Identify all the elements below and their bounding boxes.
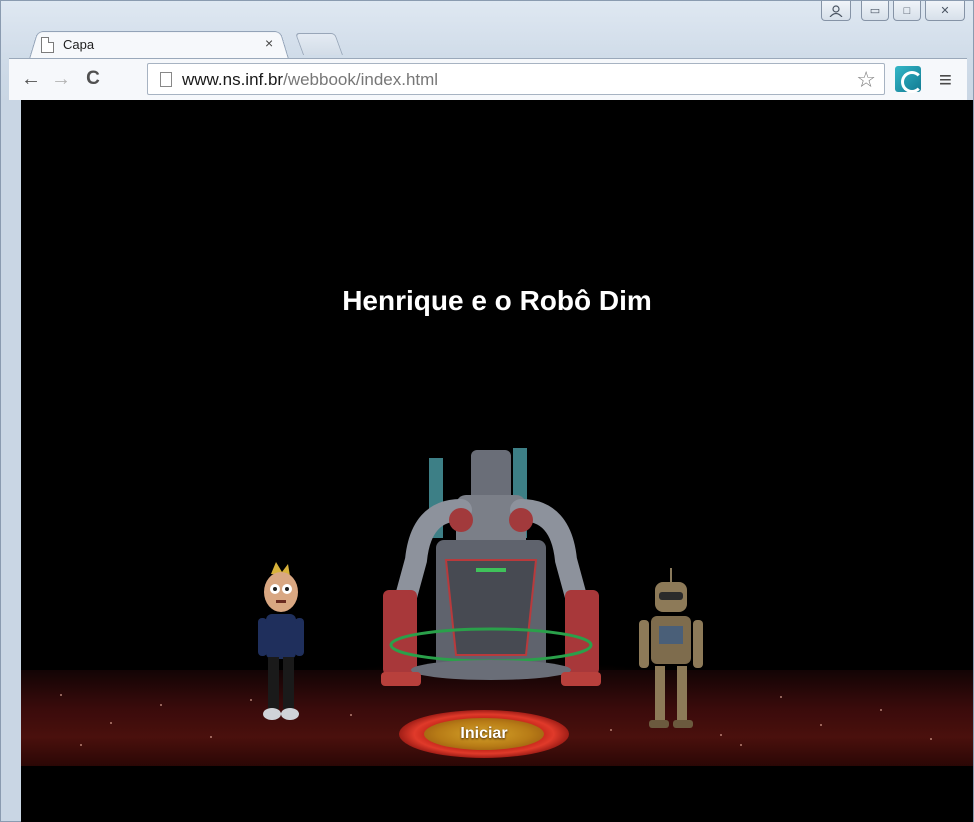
close-icon: ✕ xyxy=(940,5,950,17)
rocket-machine-illustration xyxy=(381,448,601,686)
window-controls: ▭ □ ✕ xyxy=(821,1,965,23)
url-host: www.ns.inf.br xyxy=(182,70,284,89)
tab-content: Capa × xyxy=(29,33,289,59)
arrow-right-icon: → xyxy=(51,67,71,90)
profile-icon[interactable] xyxy=(821,1,851,21)
minimize-icon: ▭ xyxy=(869,5,881,17)
page-favicon-icon xyxy=(41,37,54,53)
page-icon xyxy=(160,72,172,87)
back-button[interactable]: ← xyxy=(19,67,43,91)
bookmark-star-icon[interactable]: ☆ xyxy=(856,67,876,93)
browser-toolbar: ← → C www.ns.inf.br/webbook/index.html ☆… xyxy=(9,58,967,100)
new-tab-button[interactable] xyxy=(294,33,344,55)
window-close-button[interactable]: ✕ xyxy=(925,1,965,21)
minimize-button[interactable]: ▭ xyxy=(861,1,889,21)
henrique-character xyxy=(258,562,304,720)
tab-close-icon[interactable]: × xyxy=(265,35,273,51)
maximize-icon: □ xyxy=(903,4,911,17)
reload-button[interactable]: C xyxy=(81,67,105,91)
start-button[interactable]: Iniciar xyxy=(399,710,569,758)
page-title: Henrique e o Robô Dim xyxy=(342,285,652,316)
maximize-button[interactable]: □ xyxy=(893,1,921,21)
menu-icon[interactable]: ≡ xyxy=(939,67,952,93)
extension-icon[interactable] xyxy=(895,66,923,93)
bottom-dark-band xyxy=(21,766,973,822)
reload-icon: C xyxy=(86,68,100,89)
address-bar[interactable]: www.ns.inf.br/webbook/index.html ☆ xyxy=(147,63,885,95)
url-text: www.ns.inf.br/webbook/index.html xyxy=(182,70,438,90)
browser-window: ▭ □ ✕ Capa × ← → C www.ns.inf.br/webbook… xyxy=(0,0,974,822)
tab-title: Capa xyxy=(63,37,95,52)
start-button-label: Iniciar xyxy=(424,718,544,750)
forward-button[interactable]: → xyxy=(49,67,73,91)
arrow-left-icon: ← xyxy=(21,67,41,90)
url-path: /webbook/index.html xyxy=(283,70,439,89)
page-viewport: Henrique e o Robô Dim Iniciar xyxy=(21,100,973,822)
robo-dim-character xyxy=(639,568,703,728)
